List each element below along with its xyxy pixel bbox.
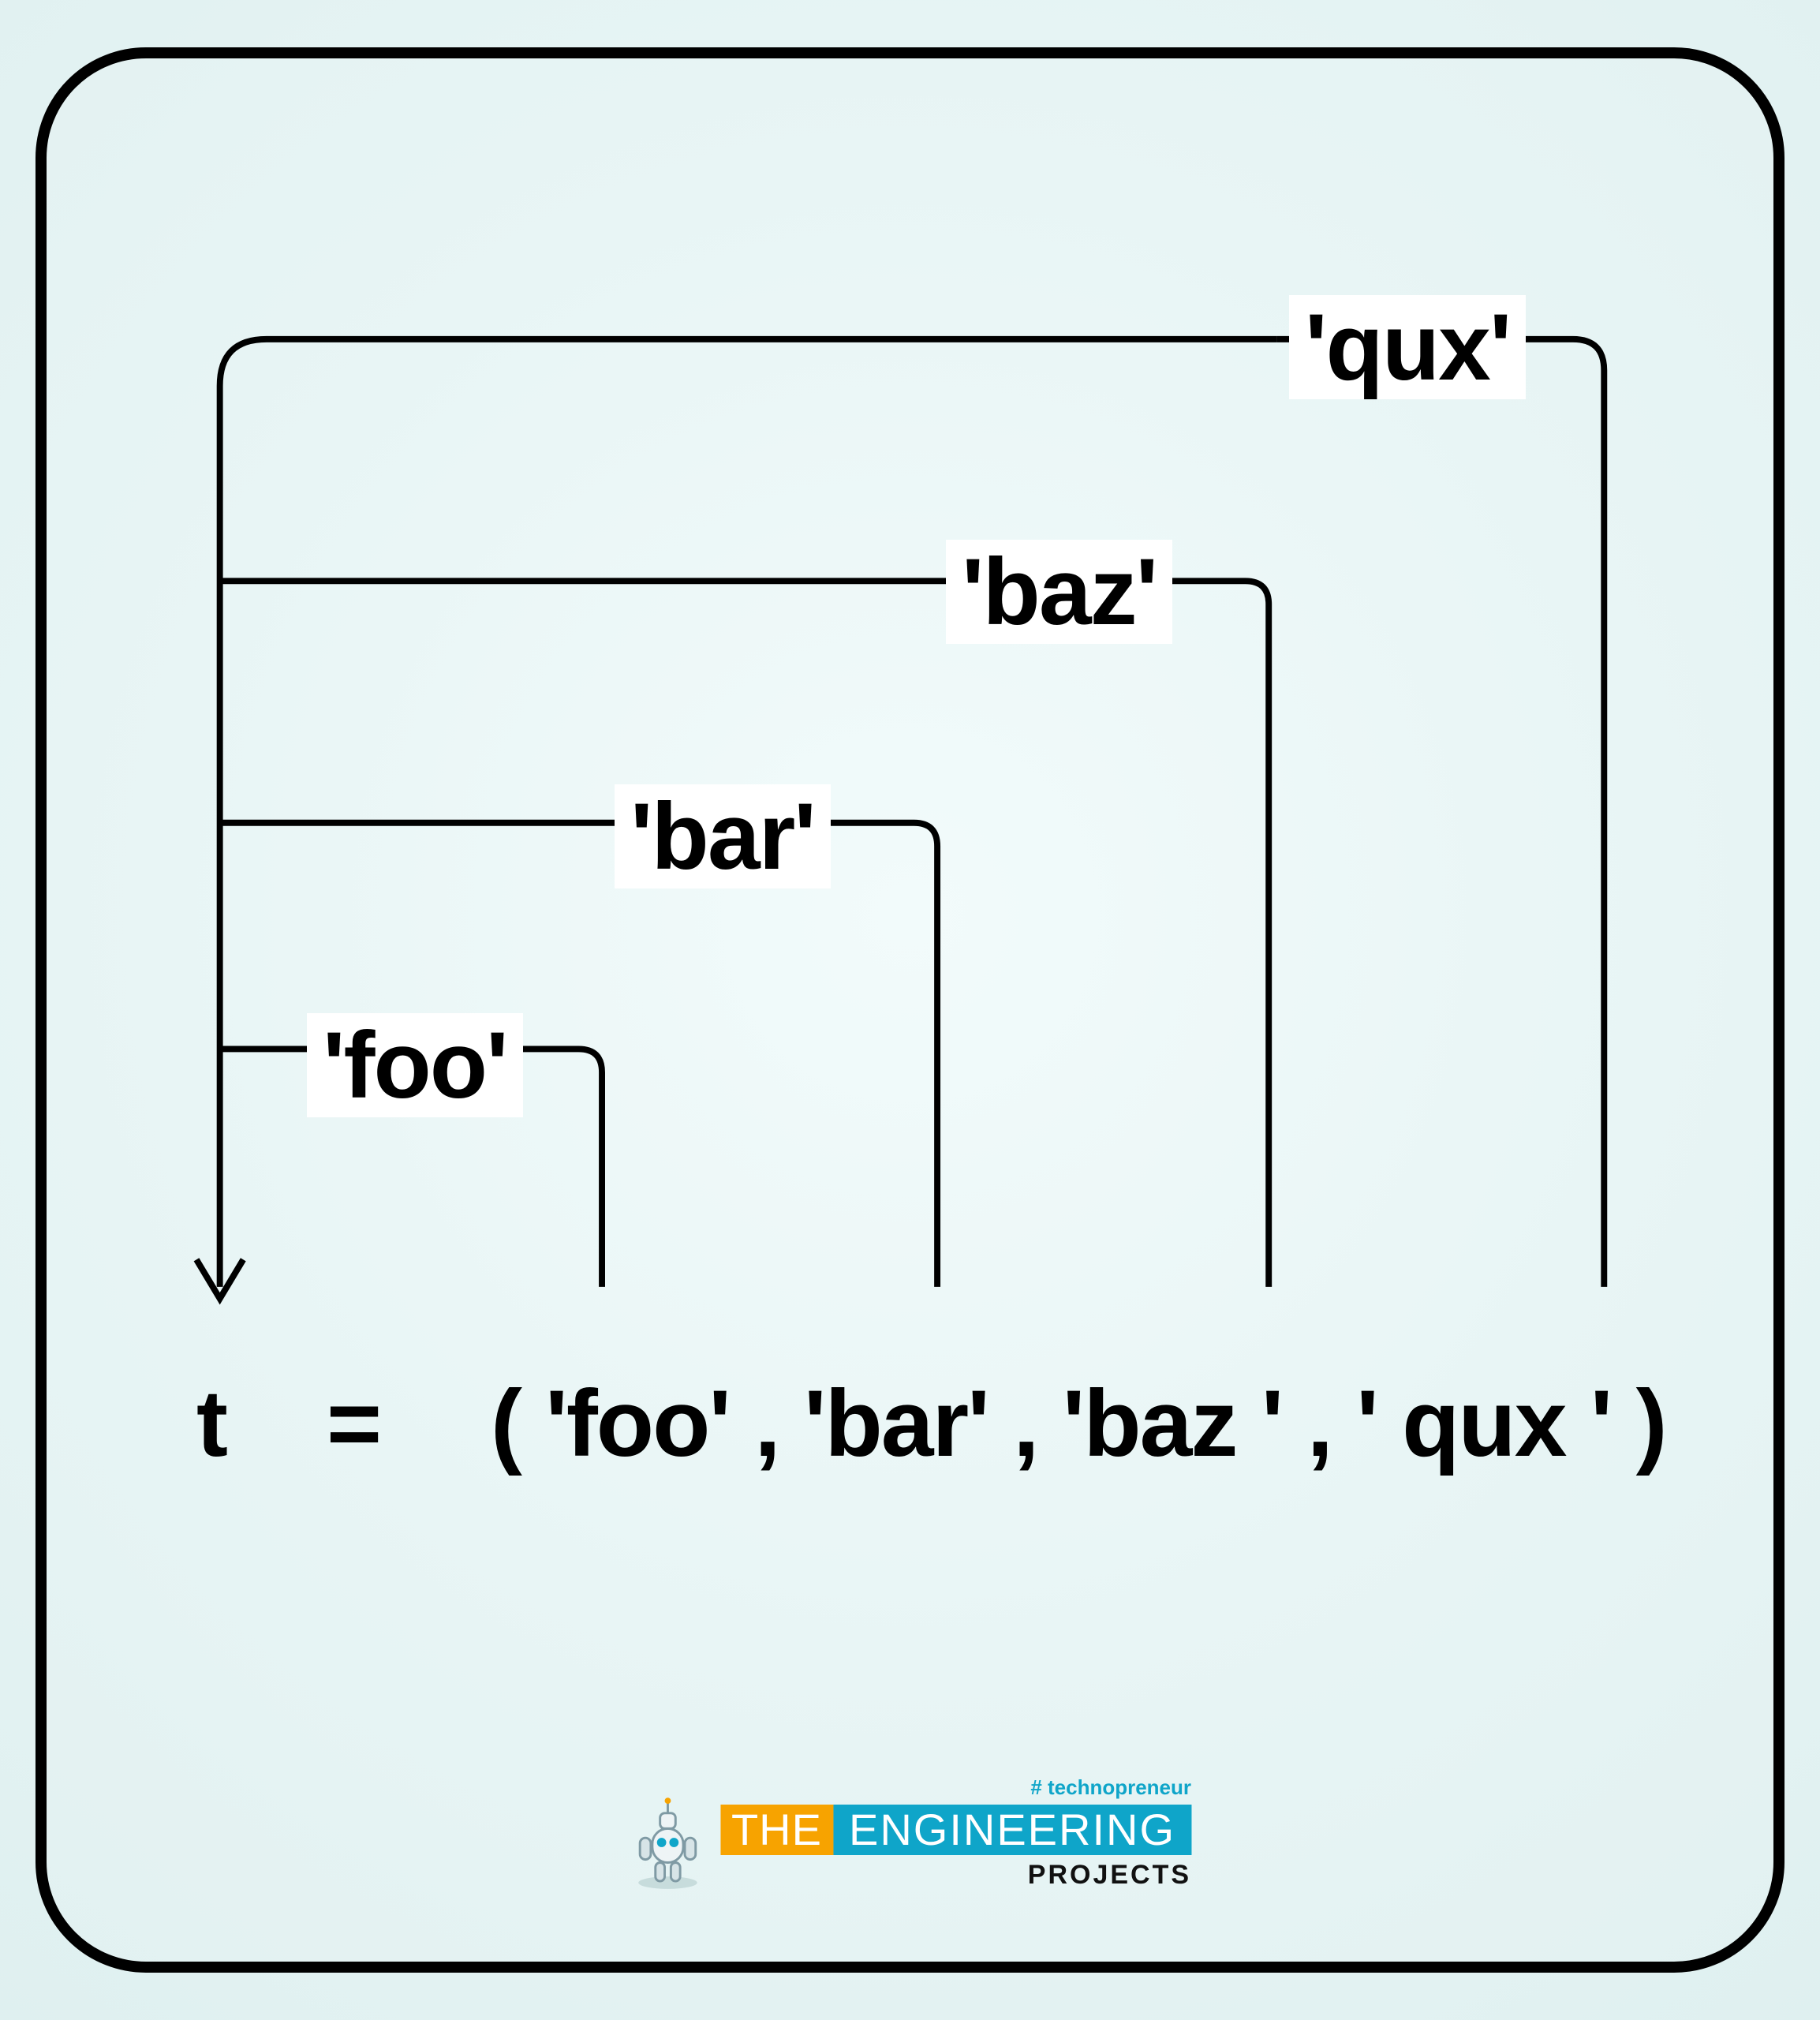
footer-logo: # technopreneur THE ENGINEERING PROJECTS xyxy=(629,1775,1191,1891)
label-qux: 'qux' xyxy=(1289,295,1526,399)
robot-icon xyxy=(629,1797,706,1891)
logo-hashtag: # technopreneur xyxy=(1030,1775,1191,1800)
drop-qux xyxy=(1276,339,1604,1287)
label-bar: 'bar' xyxy=(615,784,831,888)
diagram-card: 'qux' 'baz' 'bar' 'foo' t = ( 'foo' , 'b… xyxy=(36,47,1784,1973)
arrow-path-baz xyxy=(220,581,1269,1287)
variable-t: t xyxy=(196,1376,226,1471)
page: 'qux' 'baz' 'bar' 'foo' t = ( 'foo' , 'b… xyxy=(0,0,1820,2020)
logo-text-block: # technopreneur THE ENGINEERING PROJECTS xyxy=(720,1775,1191,1891)
tuple-expression: ( 'foo' , 'bar' , 'baz ' , ' qux ' ) xyxy=(491,1376,1666,1471)
equals-sign: = xyxy=(327,1376,380,1471)
label-baz: 'baz' xyxy=(946,540,1172,644)
logo-engineering: ENGINEERING xyxy=(833,1805,1191,1855)
logo-the: THE xyxy=(720,1805,833,1855)
logo-bar: THE ENGINEERING xyxy=(720,1805,1191,1855)
label-foo: 'foo' xyxy=(307,1013,523,1117)
logo-projects: PROJECTS xyxy=(1028,1860,1191,1891)
